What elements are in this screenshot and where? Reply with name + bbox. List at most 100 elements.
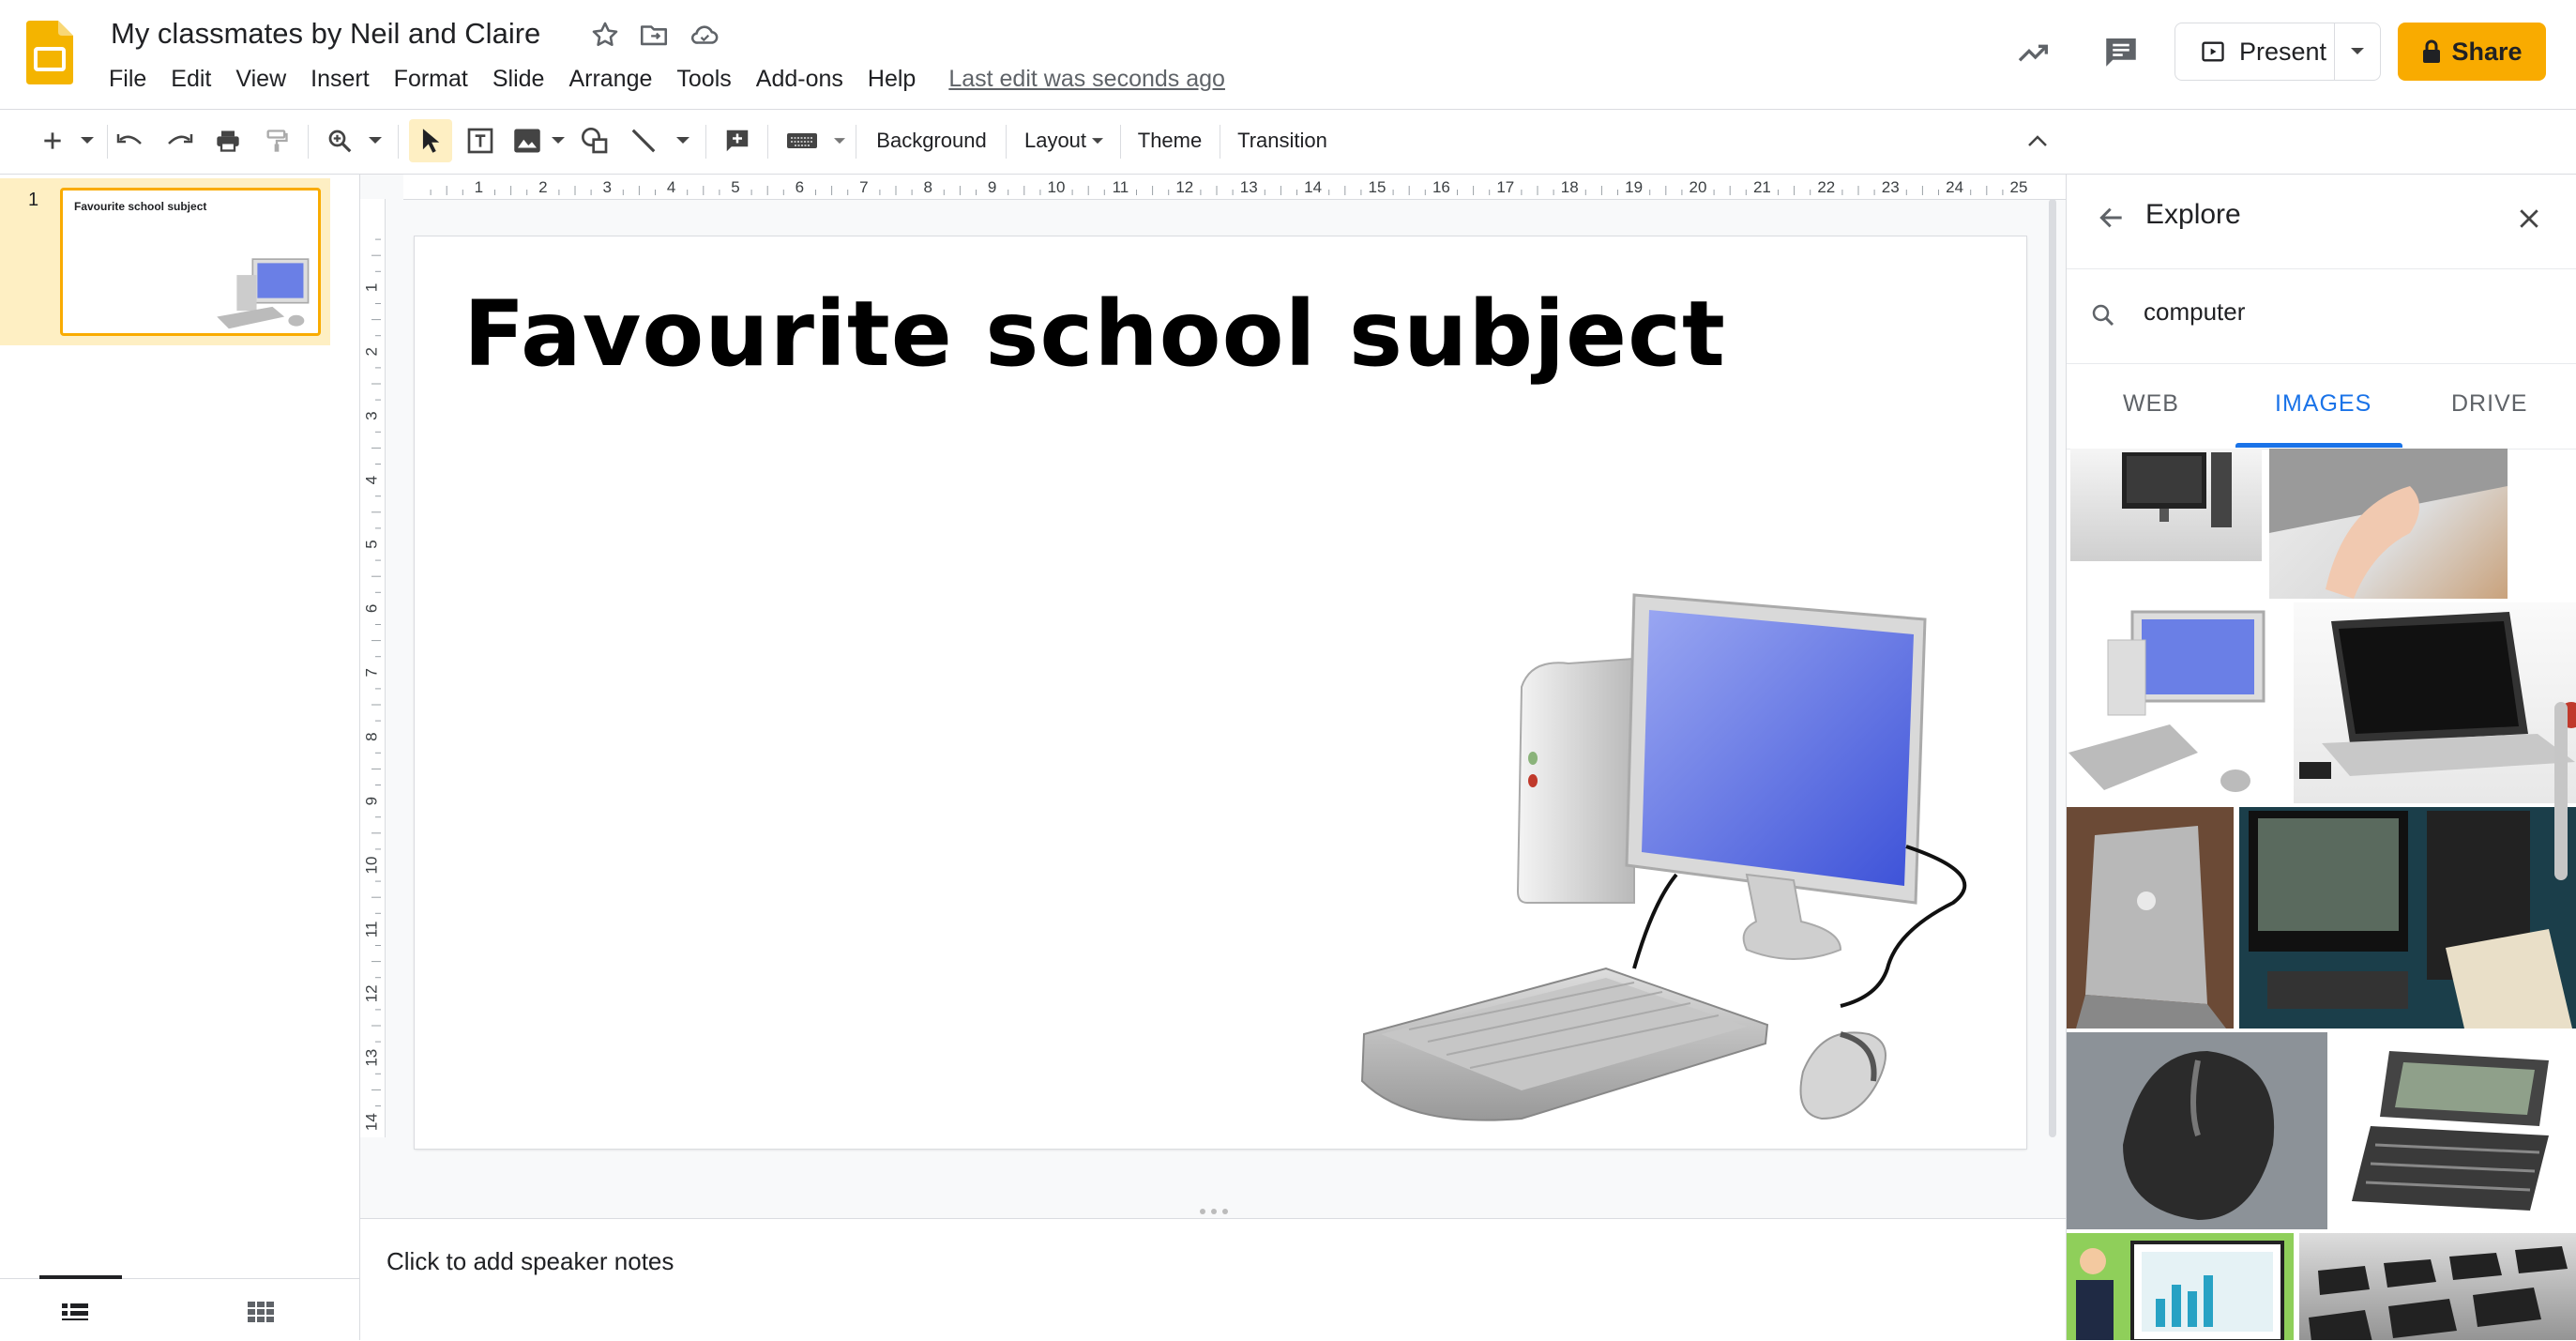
last-edit-link[interactable]: Last edit was seconds ago — [948, 66, 1225, 93]
filmstrip-slide-row[interactable]: 1 Favourite school subject — [0, 178, 330, 345]
menu-bar: File Edit View Insert Format Slide Arran… — [109, 66, 1225, 93]
image-result[interactable] — [2299, 1233, 2576, 1340]
document-title[interactable]: My classmates by Neil and Claire — [111, 17, 540, 51]
move-folder-icon[interactable] — [638, 19, 670, 51]
image-result[interactable] — [2333, 1032, 2576, 1229]
chevron-down-icon — [2351, 48, 2364, 54]
ruler-label: 3 — [362, 411, 380, 419]
tab-web[interactable]: WEB — [2123, 390, 2179, 418]
paint-format-button[interactable] — [257, 119, 296, 162]
layout-button[interactable]: Layout — [1017, 119, 1111, 162]
ruler-label: 11 — [362, 922, 380, 938]
computer-clipart-image[interactable] — [1353, 593, 2028, 1137]
image-result[interactable] — [2067, 807, 2234, 1029]
tab-drive[interactable]: DRIVE — [2451, 390, 2527, 418]
chevron-up-icon — [2028, 135, 2047, 146]
background-button[interactable]: Background — [869, 119, 994, 162]
present-options-dropdown[interactable] — [2335, 23, 2380, 80]
slide-canvas[interactable]: Favourite school subject — [415, 236, 2026, 1149]
active-view-indicator — [39, 1275, 122, 1279]
theme-button[interactable]: Theme — [1129, 119, 1210, 162]
text-box-button[interactable] — [460, 119, 501, 162]
menu-file[interactable]: File — [109, 66, 159, 93]
image-result[interactable] — [2067, 602, 2290, 803]
collapse-toolbar-button[interactable] — [2019, 119, 2056, 162]
slide-editor: 1 2 3 4 5 6 7 8 9 10 11 12 13 14 15 16 17 18 19 20 21 22 23 24 2… — [360, 175, 2066, 1341]
redo-button[interactable] — [159, 119, 199, 162]
editor-scrollbar-thumb[interactable] — [2049, 199, 2056, 1137]
slides-logo-icon[interactable] — [26, 21, 73, 84]
text-box-icon — [467, 128, 493, 154]
print-button[interactable] — [208, 119, 248, 162]
lock-icon — [2423, 39, 2441, 63]
laptop-hand-thumbnail — [2269, 449, 2508, 599]
new-slide-layout-dropdown[interactable] — [75, 119, 99, 162]
menu-edit[interactable]: Edit — [159, 66, 223, 93]
image-result[interactable] — [2294, 602, 2576, 803]
image-result[interactable] — [2269, 449, 2508, 599]
menu-format[interactable]: Format — [382, 66, 480, 93]
ruler-label: 7 — [859, 178, 868, 196]
zoom-button[interactable] — [319, 119, 360, 162]
horizontal-ruler[interactable]: 1 2 3 4 5 6 7 8 9 10 11 12 13 14 15 16 17 18 19 20 21 22 23 24 2… — [403, 175, 2066, 200]
explore-search-box[interactable]: computer — [2067, 268, 2576, 364]
ruler-label: 2 — [362, 347, 380, 356]
image-result[interactable] — [2070, 449, 2262, 561]
present-label: Present — [2239, 37, 2327, 66]
explore-close-button[interactable] — [2515, 205, 2543, 237]
star-icon[interactable] — [589, 19, 621, 51]
search-input[interactable]: computer — [2144, 297, 2245, 327]
image-result[interactable] — [2067, 1032, 2327, 1229]
ruler-label: 23 — [1882, 178, 1900, 196]
ruler-label: 17 — [1496, 178, 1514, 196]
ruler-label: 18 — [1561, 178, 1579, 196]
menu-help[interactable]: Help — [856, 66, 928, 93]
slide-filmstrip: 1 Favourite school subject — [0, 175, 360, 1340]
insert-image-button[interactable] — [507, 119, 548, 162]
ruler-label: 15 — [1369, 178, 1386, 196]
line-dropdown[interactable] — [672, 119, 694, 162]
activity-trend-icon[interactable] — [2015, 34, 2053, 76]
image-result[interactable] — [2067, 1233, 2294, 1340]
add-comment-button[interactable] — [717, 119, 758, 162]
menu-arrange[interactable]: Arrange — [556, 66, 664, 93]
ruler-label: 5 — [362, 540, 380, 548]
grid-view-button[interactable] — [248, 1302, 274, 1327]
tab-images[interactable]: IMAGES — [2275, 390, 2371, 418]
input-tools-button[interactable] — [779, 119, 826, 162]
insert-image-dropdown[interactable] — [548, 119, 568, 162]
input-tools-dropdown[interactable] — [829, 119, 850, 162]
cursor-arrow-icon — [422, 129, 440, 153]
slide-title[interactable]: Favourite school subject — [463, 282, 1726, 387]
menu-insert[interactable]: Insert — [298, 66, 382, 93]
vertical-ruler[interactable]: 1 2 3 4 5 6 7 8 9 10 11 12 13 14 — [360, 199, 386, 1137]
filmstrip-view-button[interactable] — [62, 1302, 88, 1327]
menu-view[interactable]: View — [223, 66, 298, 93]
slide-thumbnail[interactable]: Favourite school subject — [60, 188, 321, 336]
zoom-dropdown[interactable] — [364, 119, 386, 162]
speaker-notes[interactable]: Click to add speaker notes — [360, 1218, 2066, 1341]
toolbar-divider — [398, 125, 399, 159]
new-slide-button[interactable] — [34, 119, 71, 162]
share-button[interactable]: Share — [2398, 23, 2546, 81]
menu-slide[interactable]: Slide — [480, 66, 557, 93]
ruler-label: 3 — [602, 178, 611, 196]
undo-button[interactable] — [111, 119, 150, 162]
toolbar-divider — [308, 125, 309, 159]
editor-scrollbar[interactable] — [2047, 199, 2060, 1137]
select-tool-button[interactable] — [409, 119, 452, 162]
present-button[interactable]: Present — [2175, 23, 2335, 80]
present-icon — [2202, 41, 2224, 62]
line-button[interactable] — [623, 119, 664, 162]
image-result[interactable] — [2239, 807, 2576, 1029]
shape-button[interactable] — [574, 119, 615, 162]
cloud-saved-icon[interactable] — [689, 19, 720, 51]
ruler-label: 9 — [988, 178, 996, 196]
menu-add-ons[interactable]: Add-ons — [744, 66, 856, 93]
comments-icon[interactable] — [2101, 32, 2141, 76]
menu-tools[interactable]: Tools — [664, 66, 743, 93]
explore-back-button[interactable] — [2097, 203, 2127, 237]
horizontal-ruler-scale: 1 2 3 4 5 6 7 8 9 10 11 12 13 14 15 16 17 18 19 20 21 22 23 24 2… — [430, 178, 2027, 196]
explore-scrollbar[interactable] — [2554, 702, 2568, 880]
transition-button[interactable]: Transition — [1229, 119, 1336, 162]
